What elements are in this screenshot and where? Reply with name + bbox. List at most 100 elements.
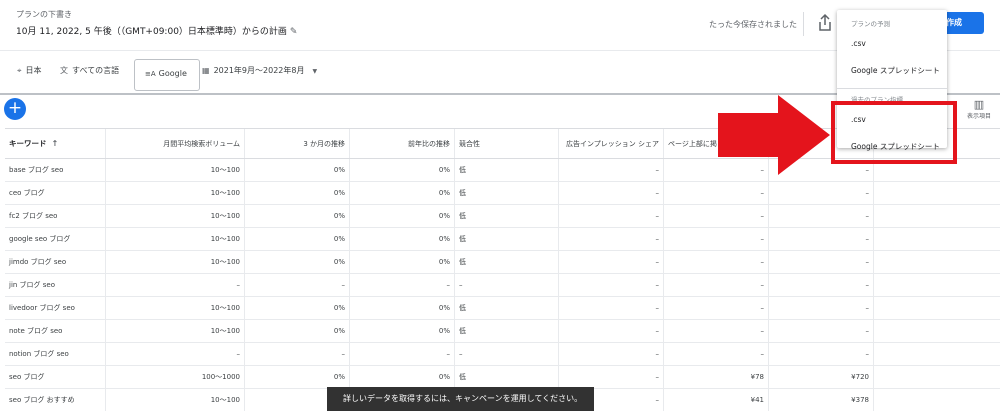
cell-keyword: seo ブログ おすすめ [5, 389, 106, 411]
menu-item-forecast-sheets[interactable]: Google スプレッドシート [851, 65, 940, 76]
cell-impression-share: – [559, 251, 664, 273]
share-icon[interactable] [815, 12, 835, 34]
plan-title[interactable]: 10月 11, 2022, 5 午後（（GMT+09:00）日本標準時）からの計… [16, 24, 297, 37]
column-header-yoy-change[interactable]: 前年比の推移 [350, 129, 455, 158]
table-row[interactable]: ceo ブログ 10～100 0% 0% 低 – – – [5, 182, 1000, 205]
table-row[interactable]: jimdo ブログ seo 10～100 0% 0% 低 – – – [5, 251, 1000, 274]
cell-top-of-page-bid-high: ¥378 [769, 389, 874, 411]
cell-competition: – [455, 343, 559, 365]
cell-three-month-change: 0% [245, 366, 350, 388]
cell-yoy-change: 0% [350, 297, 455, 319]
cell-top-of-page-bid-low: – [664, 251, 769, 273]
cell-monthly-volume: – [106, 274, 245, 296]
cell-competition: 低 [455, 159, 559, 181]
location-filter[interactable]: ⌖ 日本 [17, 65, 42, 76]
plan-label: プランの下書き [16, 10, 72, 19]
cell-top-of-page-bid-low: – [664, 228, 769, 250]
cell-impression-share: – [559, 343, 664, 365]
cell-impression-share: – [559, 320, 664, 342]
saved-status: たった今保存されました [709, 20, 797, 29]
cell-competition: 低 [455, 366, 559, 388]
table-row[interactable]: google seo ブログ 10～100 0% 0% 低 – – – [5, 228, 1000, 251]
cell-keyword: jimdo ブログ seo [5, 251, 106, 273]
cell-yoy-change: 0% [350, 159, 455, 181]
cell-three-month-change: – [245, 274, 350, 296]
cell-three-month-change: – [245, 343, 350, 365]
column-header-three-month-change[interactable]: 3 か月の推移 [245, 129, 350, 158]
cell-top-of-page-bid-low: ¥41 [664, 389, 769, 411]
cell-impression-share: – [559, 205, 664, 227]
red-arrow-annotation [718, 95, 830, 175]
cell-monthly-volume: 10～100 [106, 205, 245, 227]
cell-yoy-change: 0% [350, 205, 455, 227]
cell-keyword: livedoor ブログ seo [5, 297, 106, 319]
cell-three-month-change: 0% [245, 205, 350, 227]
cell-monthly-volume: 10～100 [106, 389, 245, 411]
cell-impression-share: – [559, 182, 664, 204]
table-row[interactable]: jin ブログ seo – – – – – – – [5, 274, 1000, 297]
table-row[interactable]: note ブログ seo 10～100 0% 0% 低 – – – [5, 320, 1000, 343]
cell-impression-share: – [559, 297, 664, 319]
table-row[interactable]: livedoor ブログ seo 10～100 0% 0% 低 – – – [5, 297, 1000, 320]
add-keyword-button[interactable]: + [4, 98, 26, 120]
network-filter-label: Google [158, 69, 187, 78]
table-row[interactable]: notion ブログ seo – – – – – – – [5, 343, 1000, 366]
language-filter-label: すべての言語 [72, 66, 120, 75]
menu-item-forecast-csv[interactable]: .csv [851, 39, 866, 48]
location-pin-icon: ⌖ [17, 66, 22, 75]
header-divider [803, 12, 804, 36]
cell-top-of-page-bid-high: – [769, 228, 874, 250]
toast-message: 詳しいデータを取得するには、キャンペーンを運用してください。 [327, 387, 594, 411]
cell-yoy-change: 0% [350, 320, 455, 342]
sort-arrow-icon[interactable]: ↑ [52, 139, 59, 148]
table-row[interactable]: fc2 ブログ seo 10～100 0% 0% 低 – – – [5, 205, 1000, 228]
chevron-down-icon: ▼ [312, 68, 318, 75]
cell-three-month-change: 0% [245, 320, 350, 342]
column-header-competition[interactable]: 競合性 [455, 129, 559, 158]
column-header-monthly-volume[interactable]: 月間平均検索ボリューム [106, 129, 245, 158]
cell-top-of-page-bid-low: – [664, 320, 769, 342]
cell-three-month-change: 0% [245, 251, 350, 273]
cell-top-of-page-bid-low: – [664, 274, 769, 296]
pencil-icon[interactable]: ✎ [290, 27, 298, 37]
column-header-keyword[interactable]: キーワード ↑ [5, 129, 106, 158]
menu-section-forecast: プランの予測 [851, 20, 890, 28]
cell-top-of-page-bid-high: – [769, 320, 874, 342]
cell-competition: 低 [455, 320, 559, 342]
table-row[interactable]: seo ブログ 100～1000 0% 0% 低 – ¥78 ¥720 [5, 366, 1000, 389]
cell-three-month-change: 0% [245, 159, 350, 181]
date-range-filter[interactable]: ▦ 2021年9月～2022年8月 ▼ [202, 65, 317, 76]
cell-top-of-page-bid-high: – [769, 205, 874, 227]
cell-top-of-page-bid-low: – [664, 182, 769, 204]
cell-top-of-page-bid-low: ¥78 [664, 366, 769, 388]
cell-keyword: seo ブログ [5, 366, 106, 388]
cell-three-month-change: 0% [245, 297, 350, 319]
cell-keyword: google seo ブログ [5, 228, 106, 250]
cell-yoy-change: 0% [350, 366, 455, 388]
cell-monthly-volume: 10～100 [106, 320, 245, 342]
cell-keyword: jin ブログ seo [5, 274, 106, 296]
column-header-impression-share[interactable]: 広告インプレッション シェア [559, 129, 664, 158]
cell-monthly-volume: 10～100 [106, 228, 245, 250]
cell-yoy-change: 0% [350, 182, 455, 204]
language-filter[interactable]: 文すべての言語 [60, 65, 119, 76]
red-highlight-box [831, 101, 957, 164]
cell-monthly-volume: 100～1000 [106, 366, 245, 388]
cell-impression-share: – [559, 274, 664, 296]
cell-top-of-page-bid-high: – [769, 274, 874, 296]
columns-icon: ▥ [973, 98, 985, 111]
cell-keyword: note ブログ seo [5, 320, 106, 342]
cell-monthly-volume: 10～100 [106, 251, 245, 273]
cell-top-of-page-bid-low: – [664, 343, 769, 365]
columns-button[interactable]: ▥ 表示項目 [962, 98, 996, 121]
cell-competition: – [455, 274, 559, 296]
menu-divider [837, 88, 947, 89]
cell-yoy-change: 0% [350, 228, 455, 250]
location-filter-label: 日本 [25, 66, 42, 75]
network-filter[interactable]: ≡A Google [134, 59, 200, 91]
cell-yoy-change: 0% [350, 251, 455, 273]
cell-competition: 低 [455, 251, 559, 273]
plan-title-text: 10月 11, 2022, 5 午後（（GMT+09:00）日本標準時）からの計… [16, 27, 287, 37]
cell-top-of-page-bid-high: ¥720 [769, 366, 874, 388]
cell-monthly-volume: 10～100 [106, 182, 245, 204]
